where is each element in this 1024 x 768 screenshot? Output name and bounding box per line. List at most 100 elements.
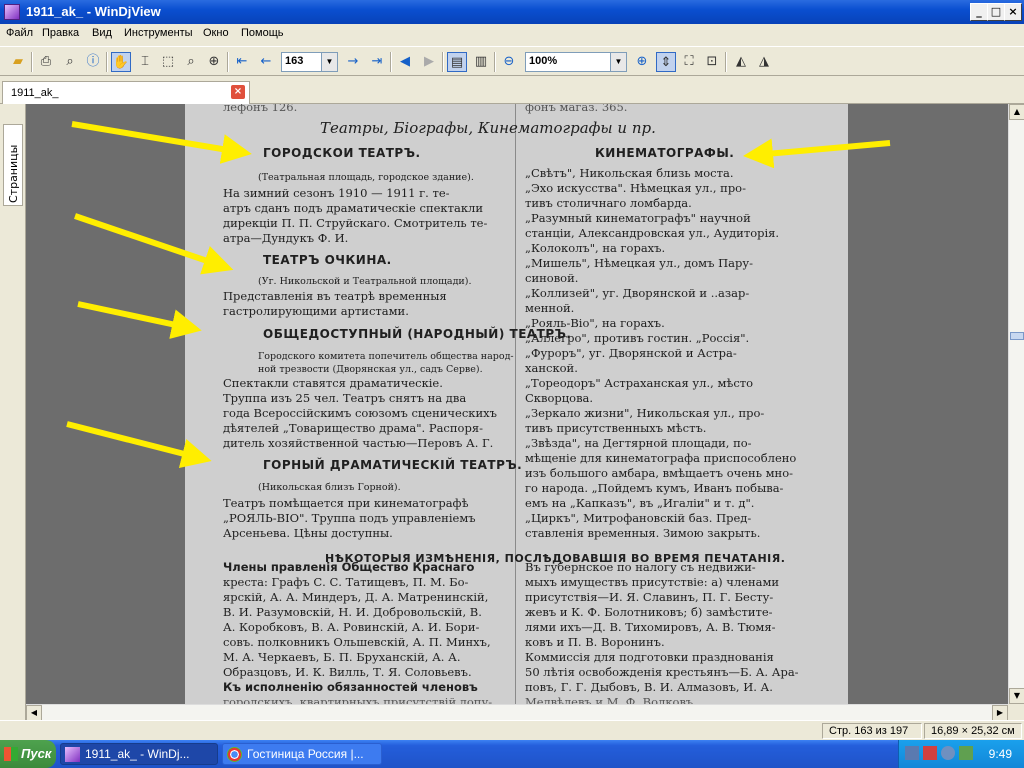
page-text-line: мѣщенiе для кинематографа приспособлено: [525, 451, 797, 465]
page-text-line: емъ на „Капказъ", въ „Игалiи" и т. д".: [525, 496, 755, 510]
rotate-left-icon[interactable]: ◭: [731, 52, 751, 72]
page-text-line: В. И. Разумовскiй, Н. И. Добровольскiй, …: [223, 605, 482, 619]
rect-select-icon[interactable]: ⬚: [158, 52, 178, 72]
print-icon[interactable]: ⎙: [36, 52, 56, 72]
pages-side-tab-label: Страницы: [7, 144, 20, 203]
zoom-rect-icon[interactable]: ⌕: [181, 52, 201, 72]
scroll-up-icon[interactable]: ▲: [1009, 104, 1024, 120]
find-icon[interactable]: ⌕: [60, 52, 80, 72]
page-text-line: ковъ и П. В. Воронинъ.: [525, 635, 665, 649]
page-text-line: Представленiя въ театрѣ временныя: [223, 289, 447, 303]
continuous-layout-icon[interactable]: ▤: [447, 52, 467, 72]
document-tab-strip: 1911_ak_ ×: [0, 78, 1024, 104]
facing-pages-icon[interactable]: ▥: [471, 52, 491, 72]
zoom-combo[interactable]: 100% ▼: [525, 52, 627, 72]
page-text-line: 50 лѣтiя освобожденiя крестьянъ—Б. А. Ар…: [525, 665, 799, 679]
status-bar: Стр. 163 из 197 16,89 × 25,32 см: [0, 720, 1024, 740]
menu-bar: Файл Правка Вид Инструменты Окно Помощь: [0, 24, 1024, 44]
page-text-line: М. А. Черкаевъ, Б. П. Бруханскiй, А. А.: [223, 650, 461, 664]
title-bar[interactable]: 1911_ak_ - WinDjView _ □ ×: [0, 0, 1024, 24]
chevron-down-icon[interactable]: ▼: [610, 53, 626, 71]
fit-width-icon[interactable]: ⇕: [656, 52, 676, 72]
page-text-line: городскихъ, квартирныхъ присутствiй допу…: [223, 695, 493, 704]
side-panel: Страницы: [0, 104, 26, 720]
page-text-line: тивъ присутственныхъ мѣстъ.: [525, 421, 707, 435]
network-icon[interactable]: [905, 746, 919, 760]
chevron-down-icon[interactable]: ▼: [321, 53, 337, 71]
rotate-right-icon[interactable]: ◮: [754, 52, 774, 72]
page-text-line: менной.: [525, 301, 575, 315]
start-button[interactable]: Пуск: [0, 740, 56, 768]
menu-file[interactable]: Файл: [6, 27, 33, 39]
toolbar-separator: [494, 52, 496, 72]
page-text-line: дитель хозяйственной частью—Перовъ А. Г.: [223, 436, 494, 450]
vertical-scrollbar[interactable]: ▲ ▼: [1008, 104, 1024, 704]
tray-app-icon[interactable]: [959, 746, 973, 760]
zoom-in-icon[interactable]: ⊕: [632, 52, 652, 72]
column-divider: [515, 104, 516, 704]
zoom-out-icon[interactable]: ⊖: [499, 52, 519, 72]
windows-logo-icon: [4, 747, 18, 761]
page-text-line: „Аллегро", противъ гостин. „Россiя".: [525, 331, 750, 345]
menu-edit[interactable]: Правка: [42, 27, 79, 39]
menu-view[interactable]: Вид: [92, 27, 112, 39]
last-page-icon[interactable]: ⇥: [367, 52, 387, 72]
toolbar-separator: [106, 52, 108, 72]
vertical-scroll-thumb[interactable]: [1010, 332, 1024, 340]
first-page-icon[interactable]: ⇤: [232, 52, 252, 72]
menu-help[interactable]: Помощь: [241, 27, 284, 39]
start-label: Пуск: [21, 746, 52, 761]
forward-icon[interactable]: ▶: [419, 52, 439, 72]
page-text-line: ставленiя временныя. Зимою закрыть.: [525, 526, 761, 540]
horizontal-scrollbar[interactable]: ◀ ▶: [26, 704, 1008, 721]
antivirus-icon[interactable]: [923, 746, 937, 760]
page-text-line: атра—Дундукъ Ф. И.: [223, 231, 349, 245]
page-text-line: На зимний сезонъ 1910 — 1911 г. те-: [223, 186, 450, 200]
minimize-button[interactable]: _: [970, 3, 988, 21]
taskbar-browser[interactable]: Гостиница Россия |...: [222, 743, 382, 765]
maximize-button[interactable]: □: [987, 3, 1005, 21]
page-text-line: (Уг. Никольской и Театральной площади).: [258, 276, 472, 287]
clock: 9:49: [988, 747, 1012, 761]
scroll-down-icon[interactable]: ▼: [1009, 688, 1024, 704]
page-text-line: Спектакли ставятся драматическiе.: [223, 376, 443, 390]
open-folder-icon[interactable]: ▰: [8, 52, 28, 72]
chrome-icon: [227, 747, 242, 762]
magnifier-icon[interactable]: ⊕: [204, 52, 224, 72]
document-page[interactable]: Театры, Бiографы, Кинематографы и пр. НѢ…: [185, 104, 848, 704]
system-tray: 9:49: [898, 740, 1024, 768]
page-size-status: 16,89 × 25,32 см: [924, 723, 1022, 739]
pages-side-tab[interactable]: Страницы: [3, 124, 23, 206]
menu-tools[interactable]: Инструменты: [124, 27, 193, 39]
close-button[interactable]: ×: [1004, 3, 1022, 21]
actual-size-icon[interactable]: ⊡: [702, 52, 722, 72]
volume-icon[interactable]: [941, 746, 955, 760]
page-heading: ТЕАТРЪ ОЧКИНА.: [263, 253, 392, 267]
hand-tool-icon[interactable]: ✋: [111, 52, 131, 72]
page-text-line: (Никольская близъ Горной).: [258, 482, 401, 493]
page-text-line: Медвѣдевъ и М. Ф. Волковъ.: [525, 695, 697, 704]
windjview-app-icon[interactable]: [4, 4, 20, 20]
page-text-line: синовой.: [525, 271, 579, 285]
zoom-value: 100%: [529, 55, 558, 67]
scroll-right-icon[interactable]: ▶: [992, 705, 1008, 721]
prev-page-icon[interactable]: ←: [256, 52, 276, 72]
text-select-icon[interactable]: ⌶: [135, 52, 155, 72]
next-page-icon[interactable]: →: [343, 52, 363, 72]
menu-window[interactable]: Окно: [203, 27, 229, 39]
page-text-line: „Фуроръ", уг. Дворянской и Астра-: [525, 346, 737, 360]
scroll-left-icon[interactable]: ◀: [26, 705, 42, 721]
page-text-line: (Театральная площадь, городское здание).: [258, 172, 474, 183]
page-number-combo[interactable]: 163 ▼: [281, 52, 338, 72]
page-text-line: Труппа изъ 25 чел. Театръ снятъ на два: [223, 391, 467, 405]
page-text-line: „Звѣзда", на Дегтярной площади, по-: [525, 436, 752, 450]
page-text-line: лефонъ 126.: [223, 104, 298, 114]
close-tab-icon[interactable]: ×: [231, 85, 245, 99]
taskbar-windjview[interactable]: 1911_ak_ - WinDj...: [60, 743, 218, 765]
toolbar-separator: [227, 52, 229, 72]
document-tab[interactable]: 1911_ak_ ×: [2, 81, 250, 104]
fit-page-icon[interactable]: ⛶: [679, 52, 699, 72]
info-icon[interactable]: ⓘ: [83, 52, 103, 72]
back-icon[interactable]: ◀: [395, 52, 415, 72]
document-viewer[interactable]: Театры, Бiографы, Кинематографы и пр. НѢ…: [26, 104, 1008, 704]
